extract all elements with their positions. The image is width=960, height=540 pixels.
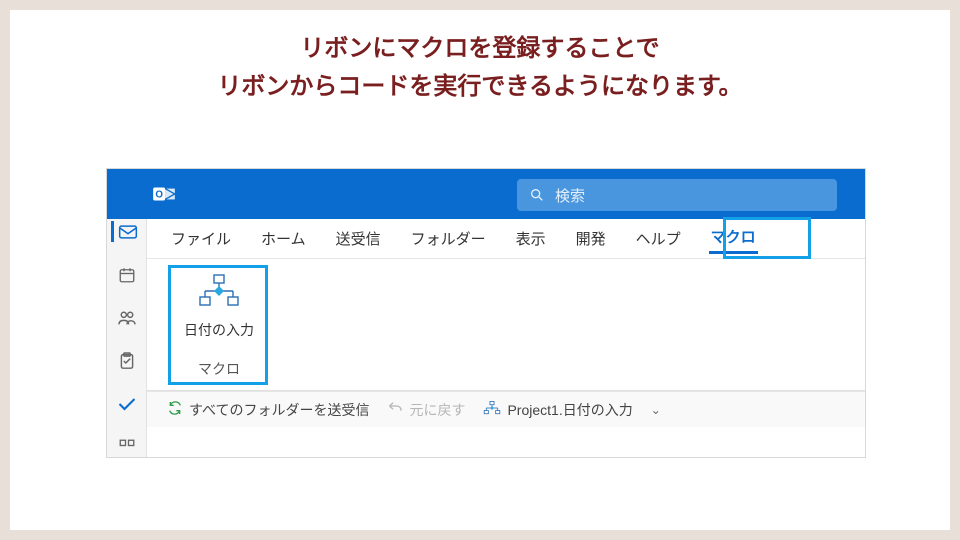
tab-macro[interactable]: マクロ <box>709 224 758 254</box>
outlook-window: O 検索 <box>106 168 866 458</box>
qat-undo-label: 元に戻す <box>409 400 465 420</box>
tab-sendreceive[interactable]: 送受信 <box>334 226 383 251</box>
tab-view[interactable]: 表示 <box>514 226 548 251</box>
macro-group-label: マクロ <box>198 359 240 383</box>
outlook-logo-icon: O <box>151 181 177 207</box>
nav-tasks-icon[interactable] <box>111 350 143 371</box>
qat-overflow[interactable]: ⌄ <box>651 403 661 417</box>
tab-file[interactable]: ファイル <box>169 226 233 251</box>
macro-small-icon <box>483 400 501 419</box>
qat-undo[interactable]: 元に戻す <box>387 400 465 420</box>
macro-hierarchy-icon[interactable] <box>197 273 241 312</box>
qat-project-label: Project1.日付の入力 <box>507 400 632 420</box>
tab-home[interactable]: ホーム <box>259 226 308 251</box>
tab-developer[interactable]: 開発 <box>574 226 608 251</box>
nav-people-icon[interactable] <box>111 307 143 328</box>
nav-mail-icon[interactable] <box>111 221 143 242</box>
titlebar: O 検索 <box>107 169 865 219</box>
search-placeholder: 検索 <box>555 185 585 206</box>
ribbon-area: 日付の入力 マクロ <box>147 259 865 391</box>
ribbon-tabs: ファイル ホーム 送受信 フォルダー 表示 開発 ヘルプ マクロ <box>147 219 865 259</box>
svg-text:O: O <box>155 189 163 200</box>
qat-project-macro[interactable]: Project1.日付の入力 <box>483 400 632 420</box>
nav-rail <box>107 219 147 457</box>
nav-todo-icon[interactable] <box>111 393 143 414</box>
caption-line2: リボンからコードを実行できるようになります。 <box>10 68 950 106</box>
nav-calendar-icon[interactable] <box>111 264 143 285</box>
search-box[interactable]: 検索 <box>517 179 837 211</box>
caption-line1: リボンにマクロを登録することで <box>10 30 950 68</box>
macro-button-label[interactable]: 日付の入力 <box>184 320 254 340</box>
tab-help[interactable]: ヘルプ <box>634 226 683 251</box>
search-icon <box>529 187 545 203</box>
undo-icon <box>387 400 403 419</box>
instruction-caption: リボンにマクロを登録することで リボンからコードを実行できるようになります。 <box>10 10 950 107</box>
quick-access-toolbar: すべてのフォルダーを送受信 元に戻す <box>147 391 865 427</box>
nav-more-icon[interactable] <box>111 436 143 457</box>
qat-sendall-label: すべてのフォルダーを送受信 <box>189 400 369 420</box>
tab-folder[interactable]: フォルダー <box>409 226 488 251</box>
sync-icon <box>167 400 183 419</box>
chevron-down-icon: ⌄ <box>651 403 661 417</box>
ribbon-macro-group: 日付の入力 マクロ <box>169 267 269 383</box>
qat-sendall[interactable]: すべてのフォルダーを送受信 <box>167 400 369 420</box>
